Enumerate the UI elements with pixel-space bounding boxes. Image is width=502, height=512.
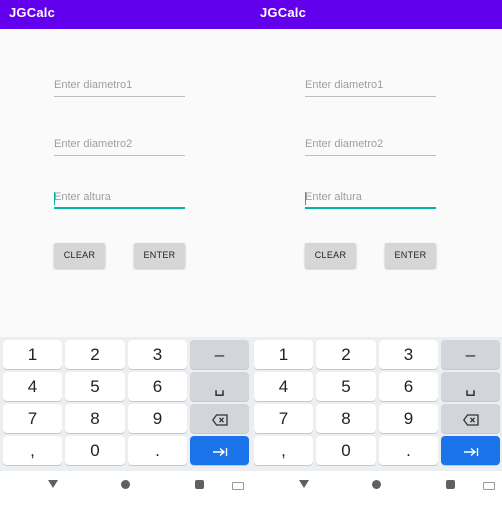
altura-placeholder: Enter altura — [305, 191, 362, 203]
key-1[interactable]: 1 — [254, 340, 313, 369]
key-next[interactable] — [190, 436, 249, 465]
key-9[interactable]: 9 — [379, 404, 438, 433]
keyboard-switch-icon[interactable] — [483, 482, 495, 490]
recents-icon[interactable] — [195, 480, 204, 489]
recents-icon[interactable] — [446, 480, 455, 489]
key-backspace[interactable] — [190, 404, 249, 433]
numeric-keyboard: 1 2 3 – 4 5 6 ␣ 7 8 9 , 0 . — [0, 337, 251, 471]
key-minus[interactable]: – — [441, 340, 500, 369]
altura-placeholder: Enter altura — [54, 191, 111, 203]
diametro1-placeholder: Enter diametro1 — [54, 79, 133, 91]
diametro2-placeholder: Enter diametro2 — [305, 138, 384, 150]
home-icon[interactable] — [121, 480, 130, 489]
clear-button[interactable]: CLEAR — [54, 243, 105, 268]
key-period[interactable]: . — [128, 436, 187, 465]
diametro2-placeholder: Enter diametro2 — [54, 138, 133, 150]
key-4[interactable]: 4 — [254, 372, 313, 401]
key-0[interactable]: 0 — [65, 436, 125, 465]
diametro2-field[interactable]: Enter diametro2 — [54, 138, 185, 156]
screen-right: JGCalc Enter diametro1 Enter diametro2 E… — [251, 0, 502, 512]
diametro2-field[interactable]: Enter diametro2 — [305, 138, 436, 156]
field-underline — [54, 155, 185, 156]
tab-next-icon — [212, 447, 227, 456]
key-7[interactable]: 7 — [254, 404, 313, 433]
key-2[interactable]: 2 — [316, 340, 376, 369]
key-6[interactable]: 6 — [128, 372, 187, 401]
diametro1-field[interactable]: Enter diametro1 — [54, 79, 185, 97]
key-5[interactable]: 5 — [65, 372, 125, 401]
field-underline-focused — [54, 207, 185, 209]
key-comma[interactable]: , — [3, 436, 62, 465]
text-caret — [305, 192, 306, 205]
backspace-icon — [462, 413, 479, 426]
key-8[interactable]: 8 — [316, 404, 376, 433]
tab-next-icon — [463, 447, 478, 456]
clear-button[interactable]: CLEAR — [305, 243, 356, 268]
key-period[interactable]: . — [379, 436, 438, 465]
field-underline — [305, 96, 436, 97]
app-title: JGCalc — [260, 5, 307, 20]
diametro1-field[interactable]: Enter diametro1 — [305, 79, 436, 97]
key-1[interactable]: 1 — [3, 340, 62, 369]
diametro1-placeholder: Enter diametro1 — [305, 79, 384, 91]
key-space[interactable]: ␣ — [190, 372, 249, 401]
key-backspace[interactable] — [441, 404, 500, 433]
enter-button[interactable]: ENTER — [385, 243, 436, 268]
key-minus[interactable]: – — [190, 340, 249, 369]
key-6[interactable]: 6 — [379, 372, 438, 401]
app-bar: JGCalc — [0, 0, 251, 29]
key-3[interactable]: 3 — [128, 340, 187, 369]
field-underline-focused — [305, 207, 436, 209]
key-5[interactable]: 5 — [316, 372, 376, 401]
app-title: JGCalc — [9, 5, 56, 20]
system-nav-bar — [251, 471, 502, 512]
system-nav-bar — [0, 471, 251, 512]
key-4[interactable]: 4 — [3, 372, 62, 401]
app-bar: JGCalc — [251, 0, 502, 29]
key-comma[interactable]: , — [254, 436, 313, 465]
field-underline — [54, 96, 185, 97]
keyboard-switch-icon[interactable] — [232, 482, 244, 490]
screen-left: JGCalc Enter diametro1 Enter diametro2 E… — [0, 0, 251, 512]
numeric-keyboard: 1 2 3 – 4 5 6 ␣ 7 8 9 , 0 . — [251, 337, 502, 471]
back-icon[interactable] — [299, 480, 309, 488]
enter-button[interactable]: ENTER — [134, 243, 185, 268]
altura-field[interactable]: Enter altura — [54, 191, 185, 209]
key-0[interactable]: 0 — [316, 436, 376, 465]
key-space[interactable]: ␣ — [441, 372, 500, 401]
key-9[interactable]: 9 — [128, 404, 187, 433]
key-3[interactable]: 3 — [379, 340, 438, 369]
backspace-icon — [211, 413, 228, 426]
key-2[interactable]: 2 — [65, 340, 125, 369]
key-7[interactable]: 7 — [3, 404, 62, 433]
field-underline — [305, 155, 436, 156]
text-caret — [54, 192, 55, 205]
key-next[interactable] — [441, 436, 500, 465]
altura-field[interactable]: Enter altura — [305, 191, 436, 209]
home-icon[interactable] — [372, 480, 381, 489]
back-icon[interactable] — [48, 480, 58, 488]
key-8[interactable]: 8 — [65, 404, 125, 433]
